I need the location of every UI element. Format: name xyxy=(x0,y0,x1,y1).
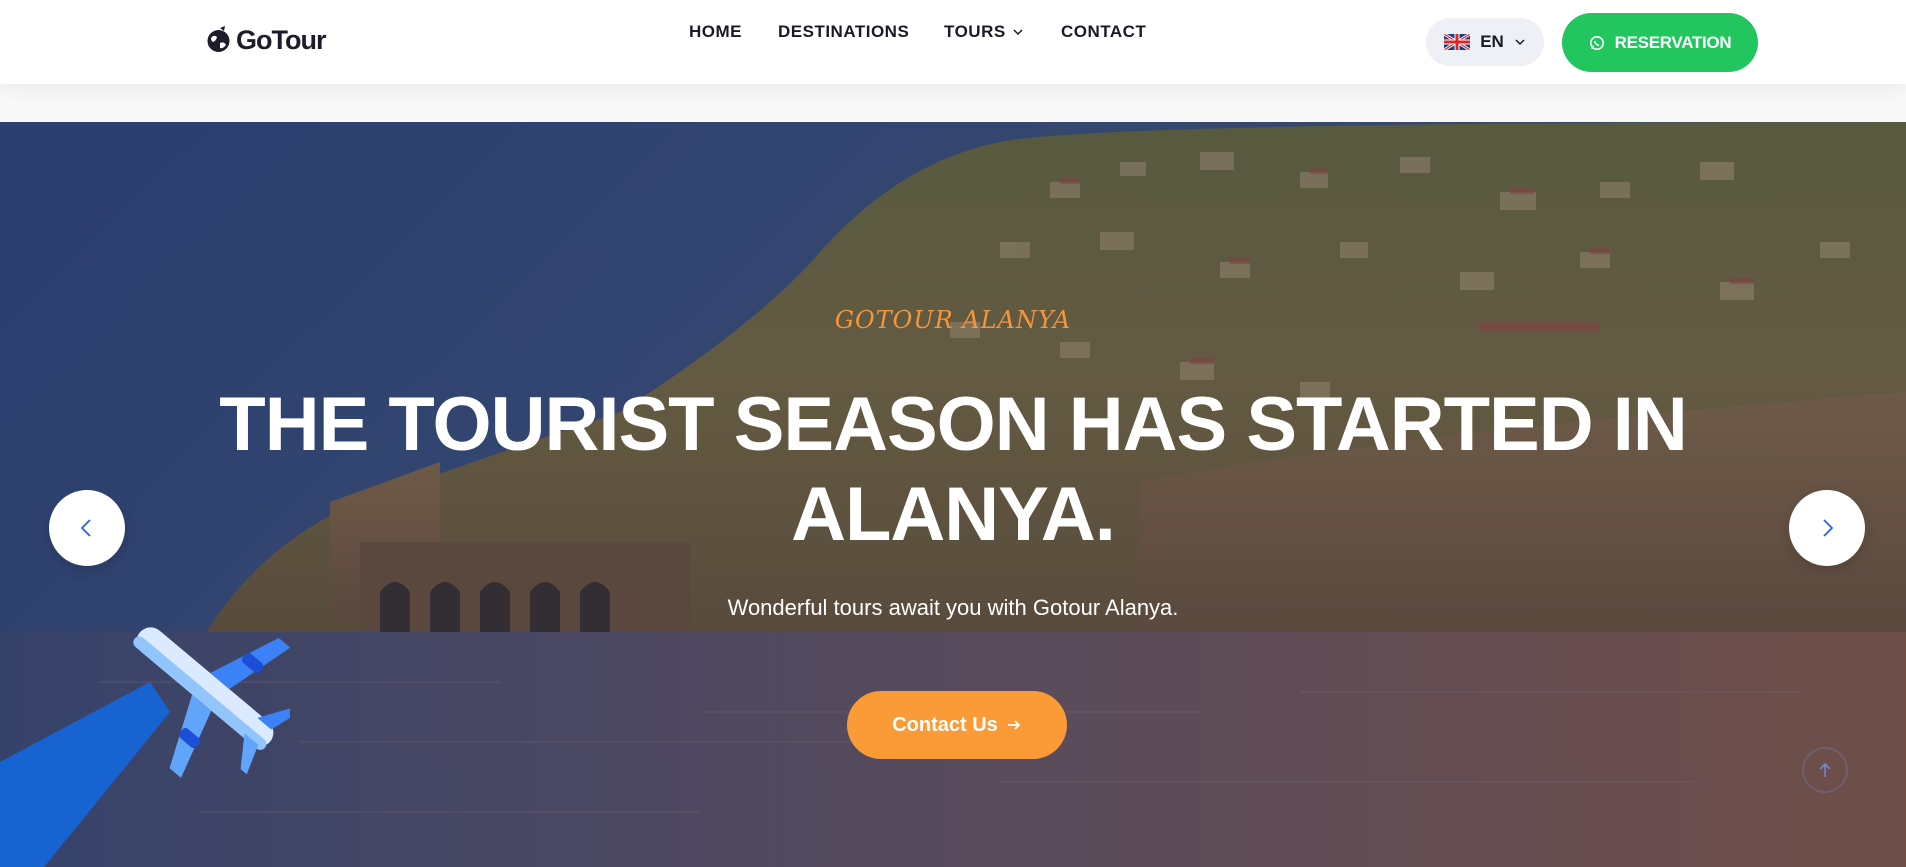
reservation-label: RESERVATION xyxy=(1614,32,1732,52)
arrow-right-icon xyxy=(1007,720,1021,730)
header-spacer xyxy=(0,84,1906,122)
language-code: EN xyxy=(1480,32,1504,51)
slider-prev-button[interactable] xyxy=(49,490,125,566)
contact-us-label: Contact Us xyxy=(892,713,998,736)
site-header: GoTour HOME DESTINATIONS TOURS CONTACT E… xyxy=(0,0,1906,84)
nav-home[interactable]: HOME xyxy=(689,22,742,42)
nav-tours-label: TOURS xyxy=(944,22,1006,41)
slider-next-button[interactable] xyxy=(1789,490,1865,566)
language-selector[interactable]: EN xyxy=(1426,18,1544,66)
hero-slider: GOTOUR ALANYA THE TOURIST SEASON HAS STA… xyxy=(0,122,1906,867)
whatsapp-icon xyxy=(1589,35,1604,50)
nav-tours[interactable]: TOURS xyxy=(944,22,1024,42)
nav-contact[interactable]: CONTACT xyxy=(1061,22,1146,42)
chevron-down-icon xyxy=(1013,29,1023,36)
chevron-right-icon xyxy=(1823,519,1834,537)
reservation-button[interactable]: RESERVATION xyxy=(1562,13,1758,72)
uk-flag-icon xyxy=(1444,34,1471,50)
nav-destinations[interactable]: DESTINATIONS xyxy=(778,22,909,42)
chevron-left-icon xyxy=(80,519,91,537)
scroll-to-top-button[interactable] xyxy=(1802,747,1848,793)
airplane-icon xyxy=(0,627,290,867)
hero-headline: THE TOURIST SEASON HAS STARTED IN ALANYA… xyxy=(219,382,1687,557)
hero-tagline: GOTOUR ALANYA xyxy=(834,306,1072,334)
arrow-up-icon xyxy=(1819,762,1831,777)
contact-us-button[interactable]: Contact Us xyxy=(847,691,1067,759)
chevron-down-icon xyxy=(1515,39,1525,46)
